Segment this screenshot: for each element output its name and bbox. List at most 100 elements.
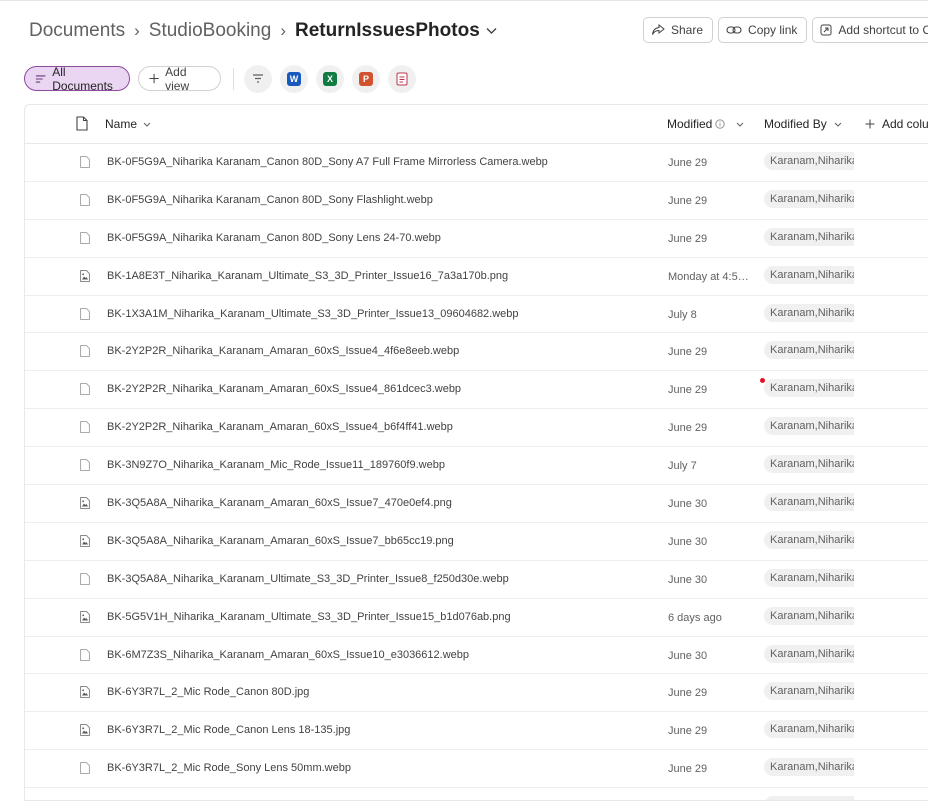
modified-date: June 29: [668, 194, 708, 207]
add-view-label: Add view: [165, 64, 190, 93]
table-row[interactable]: BK-3Q5A8A_Niharika_Karanam_Ultimate_S3_3…: [25, 561, 928, 599]
modified-date: June 30: [668, 649, 708, 662]
file-name-link[interactable]: BK-0F5G9A_Niharika Karanam_Canon 80D_Son…: [107, 156, 548, 168]
add-column-button[interactable]: Add colun: [865, 117, 928, 131]
file-icon: [80, 156, 90, 168]
modified-by-column-header[interactable]: Modified By: [764, 117, 842, 131]
table-row[interactable]: BK-6Y3R7L_2_Mic Rode_Sony Lens 50mm.webp…: [25, 750, 928, 789]
excel-icon: X: [323, 71, 337, 86]
modified-by-chip[interactable]: Karanam,Niharika,S: [764, 493, 854, 512]
modified-date: June 29: [668, 346, 708, 359]
modified-by-chip[interactable]: Karanam,Niharika,S: [764, 417, 854, 436]
modified-date: June 29: [668, 687, 708, 700]
modified-date: June 29: [668, 725, 708, 738]
modified-by-chip[interactable]: Karanam,Niharika,S: [764, 682, 854, 701]
table-row[interactable]: BK-1X3A1M_Niharika_Karanam_Ultimate_S3_3…: [25, 296, 928, 334]
file-icon: [80, 572, 90, 585]
table-row[interactable]: BK-3Q5A8A_Niharika_Karanam_Amaran_60xS_I…: [25, 523, 928, 561]
modified-by-chip[interactable]: Karanam,Niharika,S: [764, 720, 854, 739]
table-row[interactable]: BK-5G5V1H_Niharika_Karanam_Ultimate_S3_3…: [25, 599, 928, 637]
modified-date: July 8: [668, 308, 697, 321]
list-icon: [35, 74, 46, 83]
modified-by-chip[interactable]: Karanam,Niharika,S: [764, 152, 854, 170]
chevron-down-icon: [737, 122, 744, 127]
file-name-link[interactable]: BK-6Y3R7L_2_Mic Rode_Sony Lens 50mm.webp: [107, 762, 351, 774]
table-row[interactable]: BK-0F5G9A_Niharika Karanam_Canon 80D_Son…: [25, 182, 928, 220]
modified-by-chip[interactable]: Karanam,Niharika,S: [764, 189, 854, 208]
table-row[interactable]: BK-0F5G9A_Niharika Karanam_Canon 80D_Son…: [25, 220, 928, 258]
modified-by-chip[interactable]: Karanam,Niharika,S: [764, 568, 854, 587]
file-icon: [80, 762, 90, 775]
add-view-button[interactable]: Add view: [138, 64, 221, 93]
table-row[interactable]: BK-2Y2P2R_Niharika_Karanam_Amaran_60xS_I…: [25, 333, 928, 372]
view-selector-label: All Documents: [52, 64, 113, 93]
modified-by-chip[interactable]: Karanam,Niharika,S: [764, 227, 854, 246]
image-icon: [80, 497, 90, 509]
new-excel-button[interactable]: X: [316, 64, 344, 93]
table-row[interactable]: BK-2Y2P2R_Niharika_Karanam_Amaran_60xS_I…: [25, 409, 928, 448]
modified-by-chip[interactable]: Karanam,Niharika,S: [764, 379, 854, 398]
file-name-link[interactable]: BK-2Y2P2R_Niharika_Karanam_Amaran_60xS_I…: [107, 421, 453, 433]
new-form-button[interactable]: [388, 64, 416, 93]
file-name-link[interactable]: BK-3Q5A8A_Niharika_Karanam_Ultimate_S3_3…: [107, 573, 509, 585]
copy-link-button[interactable]: Copy link: [718, 17, 808, 43]
file-name-link[interactable]: BK-5G5V1H_Niharika_Karanam_Ultimate_S3_3…: [107, 611, 511, 623]
modified-by-chip[interactable]: Karanam,Niharika,S: [764, 303, 854, 322]
modified-date: June 29: [668, 763, 708, 776]
command-bar: All Documents Add view W X P: [24, 64, 424, 93]
table-row[interactable]: BK-3N9Z7O_Niharika_Karanam_Mic_Rode_Issu…: [25, 447, 928, 486]
modified-column-header[interactable]: Modified: [667, 117, 744, 131]
filter-button[interactable]: [244, 64, 272, 93]
chevron-down-icon[interactable]: [486, 27, 497, 35]
file-name-link[interactable]: BK-2Y2P2R_Niharika_Karanam_Amaran_60xS_I…: [107, 383, 461, 395]
file-name-link[interactable]: BK-6Y3R7L_2_Mic Rode_Canon Lens 18-135.j…: [107, 724, 350, 736]
table-row[interactable]: BK-2Y2P2R_Niharika_Karanam_Amaran_60xS_I…: [25, 371, 928, 410]
table-row[interactable]: BK-1A8E3T_Niharika_Karanam_Ultimate_S3_3…: [25, 258, 928, 296]
breadcrumb-current-folder[interactable]: ReturnIssuesPhotos: [295, 20, 480, 42]
table-row[interactable]: BK-6M7Z3S_Niharika_Karanam_Amaran_60xS_I…: [25, 637, 928, 675]
plus-icon: [865, 119, 875, 129]
modified-by-chip[interactable]: Karanam,Niharika,S: [764, 530, 854, 549]
file-name-link[interactable]: BK-0F5G9A_Niharika Karanam_Canon 80D_Son…: [107, 194, 433, 206]
modified-date: June 29: [668, 232, 708, 245]
file-name-link[interactable]: BK-3Q5A8A_Niharika_Karanam_Amaran_60xS_I…: [107, 497, 452, 509]
table-row[interactable]: BK-3Q5A8A_Niharika_Karanam_Amaran_60xS_I…: [25, 485, 928, 523]
table-row[interactable]: BK-0F5G9A_Niharika Karanam_Canon 80D_Son…: [25, 144, 928, 182]
table-row[interactable]: BK-6Y3R7L_2_Mic Rode_Canon 80D.jpg June 2…: [25, 674, 928, 713]
add-shortcut-label: Add shortcut to OneDr: [838, 23, 928, 37]
file-name-link[interactable]: BK-0F5G9A_Niharika Karanam_Canon 80D_Son…: [107, 232, 441, 244]
file-name-link[interactable]: BK-1X3A1M_Niharika_Karanam_Ultimate_S3_3…: [107, 308, 519, 320]
modified-by-chip[interactable]: Karanam,Niharika,S: [764, 644, 854, 663]
new-powerpoint-button[interactable]: P: [352, 64, 380, 93]
file-name-link[interactable]: BK-6M7Z3S_Niharika_Karanam_Amaran_60xS_I…: [107, 649, 469, 661]
file-name-link[interactable]: BK-1A8E3T_Niharika_Karanam_Ultimate_S3_3…: [107, 270, 508, 282]
modified-by-chip[interactable]: Karanam,Niharika,S: [764, 341, 854, 360]
modified-by-chip[interactable]: Karanam,Niharika,S: [764, 758, 854, 777]
shortcut-icon: [820, 24, 832, 36]
modified-date: June 29: [668, 157, 708, 169]
new-word-button[interactable]: W: [280, 64, 308, 93]
table-row[interactable]: BK-6Y3R7L_2_Mic Rode_Canon Lens 18-135.j…: [25, 712, 928, 751]
link-icon: [726, 26, 742, 34]
file-type-header[interactable]: [76, 116, 88, 131]
view-selector-button[interactable]: All Documents: [24, 64, 130, 93]
file-icon: [80, 648, 90, 661]
filter-icon: [253, 74, 263, 83]
add-shortcut-button[interactable]: Add shortcut to OneDr: [812, 17, 928, 43]
file-name-link[interactable]: BK-3N9Z7O_Niharika_Karanam_Mic_Rode_Issu…: [107, 459, 445, 471]
top-divider: [0, 0, 928, 1]
breadcrumb-separator-icon: ›: [134, 21, 140, 40]
modified-by-chip[interactable]: Karanam,Niharika,S: [764, 606, 854, 625]
file-name-link[interactable]: BK-2Y2P2R_Niharika_Karanam_Amaran_60xS_I…: [107, 345, 459, 357]
file-icon: [80, 345, 90, 358]
modified-by-chip[interactable]: Karanam,Niharika,S: [764, 265, 854, 284]
modified-date: June 29: [668, 384, 708, 397]
breadcrumb-documents[interactable]: Documents: [29, 20, 125, 42]
breadcrumb-studiobooking[interactable]: StudioBooking: [149, 20, 272, 42]
table-row[interactable]: BK-7H4V0C_Niharika_Karanam_Amaran_60xS_I…: [25, 788, 928, 800]
share-button[interactable]: Share: [643, 17, 714, 43]
file-name-link[interactable]: BK-6Y3R7L_2_Mic Rode_Canon 80D.jpg: [107, 686, 309, 698]
modified-by-chip[interactable]: Karanam,Niharika,S: [764, 455, 854, 474]
name-column-header[interactable]: Name: [105, 117, 151, 131]
file-name-link[interactable]: BK-3Q5A8A_Niharika_Karanam_Amaran_60xS_I…: [107, 535, 454, 547]
